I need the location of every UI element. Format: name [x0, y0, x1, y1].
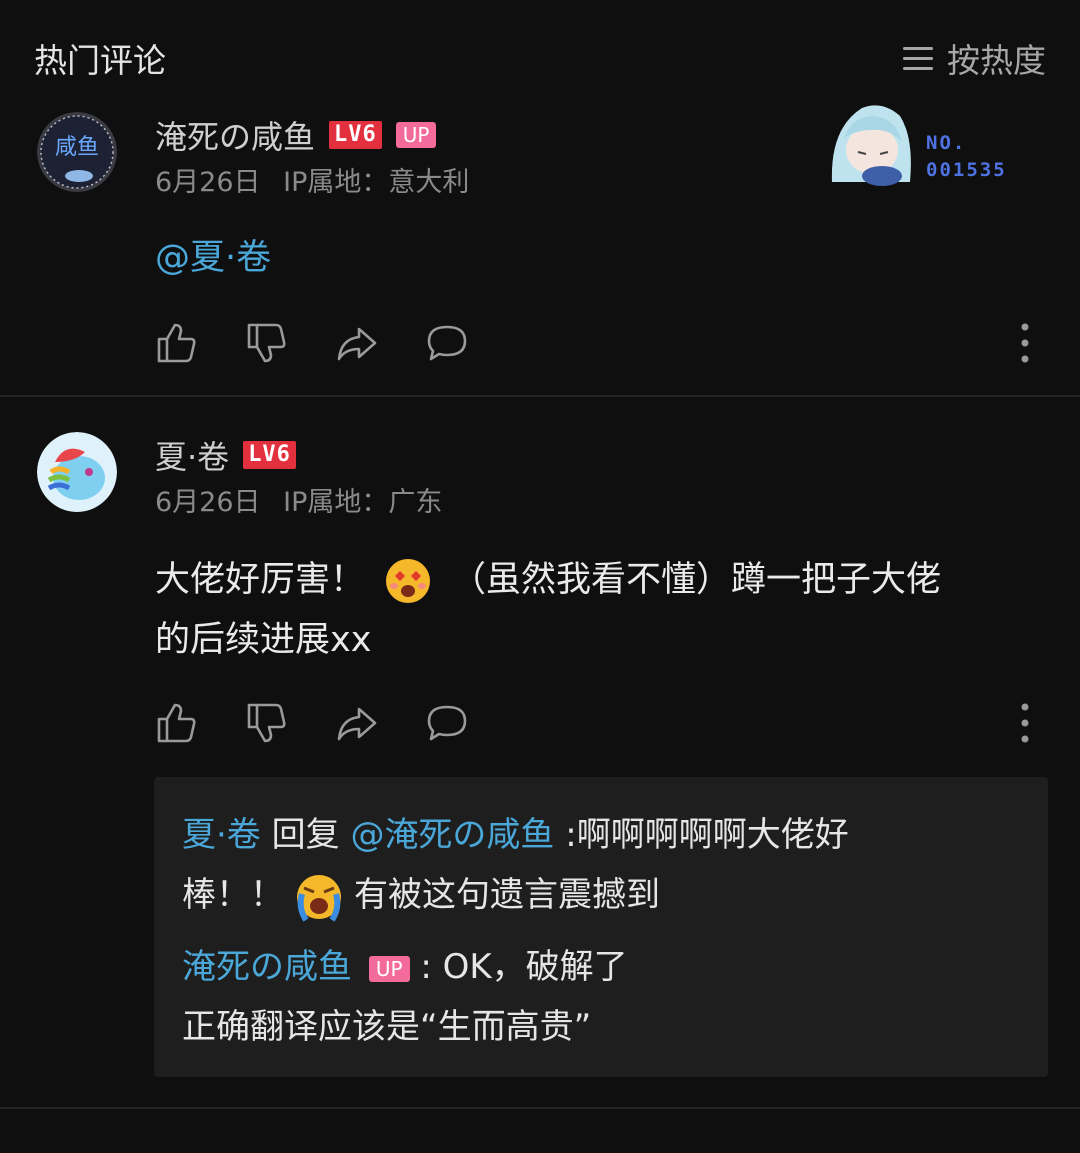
reply-icon[interactable]	[425, 701, 469, 745]
share-icon[interactable]	[335, 321, 379, 365]
ip-location: IP属地：广东	[283, 487, 443, 518]
comment-text-line2: 的后续进展xx	[155, 620, 372, 660]
pendant-number: NO. 001535	[926, 130, 1007, 184]
up-badge: UP	[395, 122, 437, 148]
mention-link[interactable]: @夏·卷	[155, 238, 271, 278]
reply-item: 夏·卷 回复 @淹死の咸鱼 :啊啊啊啊啊大佬好 棒！！ 有被这句遗言震撼到	[182, 805, 1022, 925]
more-options-icon[interactable]	[1015, 321, 1035, 365]
comment-item: 咸鱼 淹死の咸鱼 LV6 UP 6月26日 IP属地：意大利 NO. 00153…	[0, 0, 1080, 396]
replies-box[interactable]: 夏·卷 回复 @淹死の咸鱼 :啊啊啊啊啊大佬好 棒！！ 有被这句遗言震撼到 淹死…	[154, 777, 1048, 1077]
comment-divider	[0, 1107, 1080, 1109]
reply-text-line2a: 棒！！	[182, 875, 284, 915]
ip-location: IP属地：意大利	[283, 167, 470, 198]
up-badge: UP	[368, 955, 410, 982]
dislike-icon[interactable]	[245, 701, 289, 745]
avatar[interactable]	[37, 432, 117, 512]
reply-text-line2: 正确翻译应该是“生而高贵”	[182, 1007, 592, 1047]
comment-text-part2: （虽然我看不懂）蹲一把子大佬	[451, 560, 942, 600]
pendant-id: 001535	[926, 159, 1007, 181]
comment-text-part1: 大佬好厉害！	[155, 560, 366, 600]
reply-target[interactable]: @淹死の咸鱼	[350, 815, 554, 855]
comment-text: 大佬好厉害！ （虽然我看不懂）蹲一把子大佬 的后续进展xx	[155, 550, 1035, 670]
name-row: 夏·卷 LV6	[155, 432, 296, 478]
comment-actions	[155, 701, 1035, 745]
reply-author[interactable]: 夏·卷	[182, 815, 261, 855]
name-row: 淹死の咸鱼 LV6 UP	[155, 112, 437, 158]
anime-girl-icon	[831, 105, 911, 186]
comment-meta: 6月26日 IP属地：广东	[155, 480, 456, 519]
dislike-icon[interactable]	[245, 321, 289, 365]
reply-text-line1: :啊啊啊啊啊大佬好	[565, 815, 849, 855]
like-icon[interactable]	[155, 321, 199, 365]
username[interactable]: 夏·卷	[155, 432, 229, 478]
reply-author[interactable]: 淹死の咸鱼	[182, 947, 352, 987]
reply-text-line1: : OK，破解了	[420, 947, 628, 987]
more-options-icon[interactable]	[1015, 701, 1035, 745]
comment-meta: 6月26日 IP属地：意大利	[155, 160, 483, 199]
like-icon[interactable]	[155, 701, 199, 745]
level-badge: LV6	[243, 441, 296, 469]
comment-text: @夏·卷	[155, 228, 1035, 288]
share-icon[interactable]	[335, 701, 379, 745]
reply-verb: 回复	[271, 815, 340, 855]
username[interactable]: 淹死の咸鱼	[155, 112, 315, 158]
comment-date: 6月26日	[155, 487, 261, 518]
reply-text-line2b: 有被这句遗言震撼到	[354, 875, 660, 915]
amazed-emoji-icon	[386, 559, 431, 603]
comment-date: 6月26日	[155, 167, 261, 198]
avatar-text: 咸鱼	[55, 135, 99, 160]
pendant-no-label: NO.	[926, 132, 967, 154]
reply-item: 淹死の咸鱼 UP : OK，破解了 正确翻译应该是“生而高贵”	[182, 937, 1022, 1057]
level-badge: LV6	[329, 121, 382, 149]
crying-emoji-icon	[297, 874, 341, 922]
avatar[interactable]: 咸鱼	[37, 112, 117, 192]
comment-actions	[155, 321, 1035, 365]
reply-icon[interactable]	[425, 321, 469, 365]
